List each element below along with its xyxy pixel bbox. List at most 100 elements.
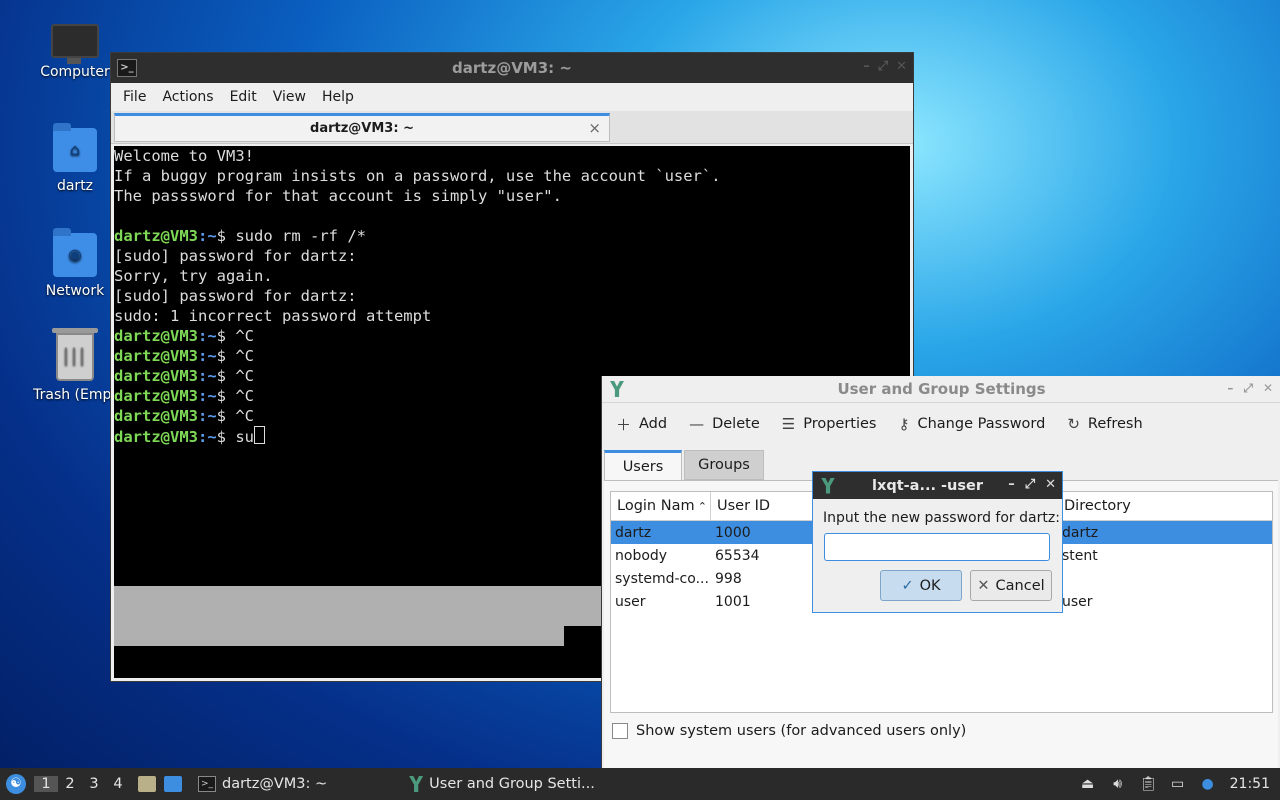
notification-icon[interactable]: ● xyxy=(1200,776,1216,792)
shell-prompt: dartz@VM3 xyxy=(114,387,198,405)
task-terminal[interactable]: >_ dartz@VM3: ~ xyxy=(192,768,333,800)
desktop-icon-label: Trash (Empt xyxy=(33,387,117,403)
refresh-icon: ↻ xyxy=(1067,415,1080,433)
table-cell: user xyxy=(615,593,646,610)
workspace-switcher: 1 2 3 4 xyxy=(34,776,130,792)
terminal-line: Welcome to VM3! xyxy=(114,146,910,166)
properties-button[interactable]: ☰ Properties xyxy=(782,415,877,433)
start-menu-icon[interactable]: ☯ xyxy=(6,774,26,794)
clock[interactable]: 21:51 xyxy=(1230,776,1270,792)
menu-help[interactable]: Help xyxy=(314,89,362,105)
network-folder-icon: ◉ xyxy=(53,228,97,277)
table-cell: user xyxy=(1062,593,1093,610)
show-system-users[interactable]: Show system users (for advanced users on… xyxy=(612,723,966,739)
menu-actions[interactable]: Actions xyxy=(154,89,221,105)
line-text: [sudo] password for dartz: xyxy=(114,247,357,265)
close-icon[interactable]: ✕ xyxy=(1263,381,1273,396)
network-icon[interactable]: ▭ xyxy=(1170,776,1186,792)
line-text: $ su xyxy=(216,428,254,446)
add-button[interactable]: ＋ Add xyxy=(616,414,667,435)
screen-artifact xyxy=(114,586,614,646)
eject-icon[interactable]: ⏏ xyxy=(1080,776,1096,792)
computer-icon xyxy=(51,24,99,64)
terminal-icon: >_ xyxy=(198,776,216,792)
table-cell: 65534 xyxy=(715,547,760,564)
check-icon: ✓ xyxy=(901,577,914,594)
change-password-button[interactable]: ⚷ Change Password xyxy=(898,415,1045,433)
maximize-icon[interactable]: ⤢ xyxy=(878,59,888,74)
ok-button[interactable]: ✓ OK xyxy=(880,570,962,601)
table-cell: 1000 xyxy=(715,524,751,541)
shell-prompt: dartz@VM3 xyxy=(114,347,198,365)
menu-file[interactable]: File xyxy=(115,89,154,105)
delete-button[interactable]: — Delete xyxy=(689,415,760,433)
text-cursor xyxy=(254,426,265,444)
line-text: If a buggy program insists on a password… xyxy=(114,167,721,185)
workspace-3[interactable]: 3 xyxy=(82,776,106,792)
maximize-icon[interactable]: ⤢ xyxy=(1243,381,1253,396)
prompt-path: :~ xyxy=(198,327,217,345)
file-manager-icon[interactable] xyxy=(138,776,156,792)
column-user-id[interactable]: User ID xyxy=(711,492,813,520)
show-system-users-checkbox[interactable] xyxy=(612,723,628,739)
tab-groups[interactable]: Groups xyxy=(684,450,764,480)
column-home-directory[interactable]: Directory xyxy=(1058,492,1272,520)
lxqt-admin-icon xyxy=(409,776,424,792)
line-text: sudo: 1 incorrect password attempt xyxy=(114,307,432,325)
desktop-icon-home[interactable]: ⌂ dartz xyxy=(27,123,123,194)
desktop-icon-trash[interactable]: ||| Trash (Empt xyxy=(27,328,123,403)
show-desktop-icon[interactable] xyxy=(164,776,182,792)
task-user-group-settings[interactable]: User and Group Setti... xyxy=(403,768,601,800)
prompt-path: :~ xyxy=(198,428,217,446)
line-text: Welcome to VM3! xyxy=(114,147,254,165)
window-title: dartz@VM3: ~ xyxy=(452,59,572,77)
trash-icon: ||| xyxy=(52,328,98,381)
terminal-titlebar[interactable]: >_ dartz@VM3: ~ – ⤢ ✕ xyxy=(111,53,913,83)
dialog-title: lxqt-a... -user xyxy=(872,477,983,494)
close-icon[interactable]: ✕ xyxy=(1045,477,1056,492)
dialog-titlebar[interactable]: lxqt-a... -user – ⤢ ✕ xyxy=(813,472,1062,499)
desktop-icon-label: dartz xyxy=(56,178,94,194)
shell-prompt: dartz@VM3 xyxy=(114,407,198,425)
clipboard-icon[interactable]: 📋︎ xyxy=(1140,776,1158,792)
desktop-icon-computer[interactable]: Computer xyxy=(27,18,123,80)
column-login-name[interactable]: Login Nam ⌃ xyxy=(611,492,711,520)
taskbar: ☯ 1 2 3 4 >_ dartz@VM3: ~ User and Group… xyxy=(0,768,1280,800)
system-tray: ⏏ 🔊︎ 📋︎ ▭ ● 21:51 xyxy=(1080,768,1280,800)
minimize-icon[interactable]: – xyxy=(1227,381,1233,396)
line-text: $ ^C xyxy=(216,387,254,405)
password-prompt-label: Input the new password for dartz: xyxy=(823,510,1060,526)
cancel-button[interactable]: ✕ Cancel xyxy=(970,570,1052,601)
table-cell: 1001 xyxy=(715,593,751,610)
minimize-icon[interactable]: – xyxy=(863,59,870,74)
desktop-icon-network[interactable]: ◉ Network xyxy=(27,228,123,299)
terminal-tab[interactable]: dartz@VM3: ~ × xyxy=(114,113,610,142)
terminal-tabbar: dartz@VM3: ~ × xyxy=(111,111,913,144)
x-icon: ✕ xyxy=(977,577,990,594)
refresh-button[interactable]: ↻ Refresh xyxy=(1067,415,1142,433)
workspace-2[interactable]: 2 xyxy=(58,776,82,792)
minimize-icon[interactable]: – xyxy=(1008,477,1015,492)
list-icon: ☰ xyxy=(781,415,796,433)
terminal-line: [sudo] password for dartz: xyxy=(114,246,910,266)
line-text: $ ^C xyxy=(216,367,254,385)
workspace-4[interactable]: 4 xyxy=(106,776,130,792)
line-text: $ ^C xyxy=(216,407,254,425)
table-cell: dartz xyxy=(615,524,652,541)
new-password-input[interactable] xyxy=(824,533,1050,561)
shell-prompt: dartz@VM3 xyxy=(114,327,198,345)
user-group-titlebar[interactable]: User and Group Settings – ⤢ ✕ xyxy=(602,376,1280,403)
terminal-line: dartz@VM3:~$ ^C xyxy=(114,346,910,366)
menu-edit[interactable]: Edit xyxy=(222,89,265,105)
terminal-line: sudo: 1 incorrect password attempt xyxy=(114,306,910,326)
terminal-icon: >_ xyxy=(117,59,137,77)
close-icon[interactable]: ✕ xyxy=(896,59,907,74)
shell-prompt: dartz@VM3 xyxy=(114,367,198,385)
workspace-1[interactable]: 1 xyxy=(34,776,58,792)
menu-view[interactable]: View xyxy=(265,89,314,105)
tab-users[interactable]: Users xyxy=(604,450,682,480)
maximize-icon[interactable]: ⤢ xyxy=(1025,477,1035,492)
volume-icon[interactable]: 🔊︎ xyxy=(1110,776,1126,792)
tab-close-icon[interactable]: × xyxy=(588,119,601,137)
lxqt-admin-icon xyxy=(821,477,835,494)
